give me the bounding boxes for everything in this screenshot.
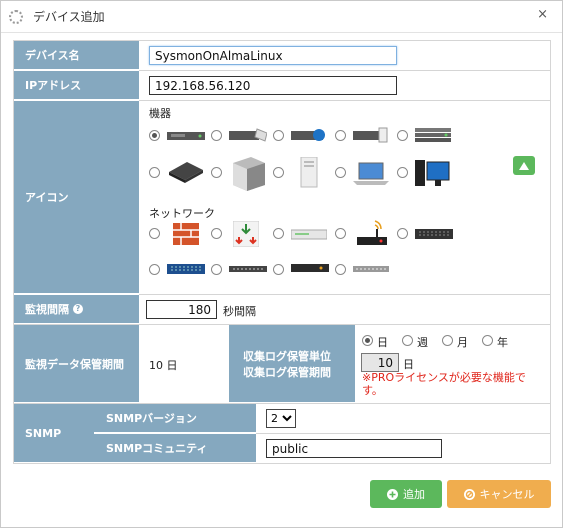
icon-radio-5[interactable] xyxy=(397,130,408,141)
unit-radio-month[interactable] xyxy=(442,335,453,346)
desktop-tower-icon xyxy=(300,157,318,188)
switch-gray-icon xyxy=(353,266,389,272)
dialog-title: デバイス追加 xyxy=(33,10,105,24)
unit-radio-year[interactable] xyxy=(482,335,493,346)
icon-radio-17[interactable] xyxy=(211,264,222,275)
snmp-label-text: SNMP xyxy=(25,426,62,440)
icon-radio-16[interactable] xyxy=(149,264,160,275)
cancel-button[interactable]: キャンセル xyxy=(447,480,551,508)
interval-label-text: 監視間隔 xyxy=(25,303,69,316)
icon-radio-7[interactable] xyxy=(211,167,222,178)
log-period-label-text: 収集ログ保管期間 xyxy=(243,365,331,379)
add-button[interactable]: 追加 xyxy=(370,480,442,508)
icon-radio-18[interactable] xyxy=(273,264,284,275)
icon-radio-12[interactable] xyxy=(211,228,222,239)
server-stack-icon xyxy=(415,128,451,142)
snmp-community-label-text: SNMPコミュニティ xyxy=(106,442,208,455)
interval-unit: 秒間隔 xyxy=(223,305,256,318)
divider xyxy=(139,100,551,101)
close-button[interactable]: × xyxy=(537,7,548,22)
snmp-community-input[interactable] xyxy=(266,439,442,458)
divider xyxy=(139,70,551,71)
blade-server-icon xyxy=(169,162,203,183)
icon-label: アイコン xyxy=(13,101,139,294)
icon-radio-8[interactable] xyxy=(273,167,284,178)
ip-label: IPアドレス xyxy=(13,71,139,100)
snmp-label: SNMP xyxy=(13,404,94,463)
dialog-titlebar: デバイス追加 × xyxy=(1,1,562,33)
retention-label: 監視データ保管期間 xyxy=(13,325,139,403)
switch-slim-icon xyxy=(229,266,267,272)
snmp-version-label-text: SNMPバージョン xyxy=(106,412,197,425)
interval-input[interactable] xyxy=(146,300,217,319)
unit-month-label: 月 xyxy=(457,336,468,349)
add-button-label: 追加 xyxy=(403,488,425,501)
server-storage-icon xyxy=(353,127,388,143)
log-period-input[interactable] xyxy=(361,353,399,372)
icon-radio-1[interactable] xyxy=(149,130,160,141)
unit-radio-day[interactable] xyxy=(362,335,373,346)
icon-radio-2[interactable] xyxy=(211,130,222,141)
switch-dark-icon xyxy=(415,229,453,239)
icon-radio-13[interactable] xyxy=(273,228,284,239)
snmp-version-label: SNMPバージョン xyxy=(94,404,256,433)
ip-input[interactable] xyxy=(149,76,397,95)
icon-radio-6[interactable] xyxy=(149,167,160,178)
firewall-icon xyxy=(173,223,199,245)
device-name-input[interactable] xyxy=(149,46,397,65)
snmp-version-select[interactable]: 2 xyxy=(266,409,296,428)
add-device-dialog: デバイス追加 × デバイス名 IPアドレス アイコン 機器 ネットワーク xyxy=(0,0,563,528)
divider xyxy=(139,294,551,295)
router-dark-icon xyxy=(291,264,329,272)
icon-label-text: アイコン xyxy=(25,191,69,204)
triangle-up-icon xyxy=(519,161,529,170)
network-appliance-icon xyxy=(291,229,327,240)
switch-blue-icon xyxy=(167,264,205,274)
unit-day-label: 日 xyxy=(377,336,388,349)
load-balancer-icon xyxy=(233,221,259,247)
divider xyxy=(256,433,551,434)
tower-case-icon xyxy=(233,157,265,191)
divider xyxy=(13,403,551,404)
server-disk-icon xyxy=(229,128,267,142)
icon-radio-3[interactable] xyxy=(273,130,284,141)
log-unit-label-text: 収集ログ保管単位 xyxy=(243,349,331,363)
plus-circle-icon xyxy=(387,488,398,500)
divider xyxy=(13,324,551,325)
help-icon[interactable]: ? xyxy=(73,304,83,314)
log-period-suffix: 日 xyxy=(403,358,414,371)
retention-value: 10 日 xyxy=(149,359,178,372)
retention-label-text: 監視データ保管期間 xyxy=(25,357,124,371)
server-globe-icon xyxy=(291,129,325,141)
icon-radio-19[interactable] xyxy=(335,264,346,275)
icon-radio-9[interactable] xyxy=(335,167,346,178)
device-name-label: デバイス名 xyxy=(13,41,139,70)
laptop-icon xyxy=(353,162,389,185)
unit-radio-week[interactable] xyxy=(402,335,413,346)
log-retention-label: 収集ログ保管単位 収集ログ保管期間 xyxy=(229,325,355,403)
network-group-label: ネットワーク xyxy=(149,207,215,220)
device-group-label: 機器 xyxy=(149,107,171,120)
pro-license-note: ※PROライセンスが必要な機能で す。 xyxy=(362,371,526,397)
cancel-button-label: キャンセル xyxy=(479,488,535,501)
desktop-pc-icon xyxy=(415,160,450,186)
icon-radio-10[interactable] xyxy=(397,167,408,178)
icon-radio-14[interactable] xyxy=(335,228,346,239)
rack-server-icon xyxy=(167,132,205,140)
icon-radio-15[interactable] xyxy=(397,228,408,239)
device-name-label-text: デバイス名 xyxy=(25,49,80,62)
icon-radio-4[interactable] xyxy=(335,130,346,141)
icon-radio-11[interactable] xyxy=(149,228,160,239)
snmp-community-label: SNMPコミュニティ xyxy=(94,434,256,463)
unit-year-label: 年 xyxy=(497,336,508,349)
interval-label: 監視間隔 ? xyxy=(13,295,139,324)
ip-label-text: IPアドレス xyxy=(25,79,82,92)
unit-week-label: 週 xyxy=(417,336,428,349)
ban-icon xyxy=(463,488,475,500)
collapse-button[interactable] xyxy=(513,156,535,175)
gear-icon xyxy=(9,9,23,24)
wireless-router-icon xyxy=(357,220,387,245)
